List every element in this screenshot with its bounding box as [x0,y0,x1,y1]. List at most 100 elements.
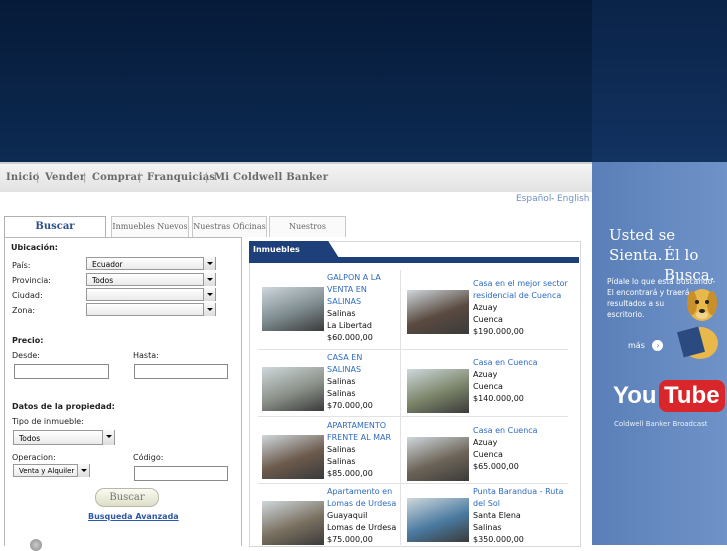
property-detail: Cuenca [473,382,503,391]
mas-label: más [628,341,645,350]
property-detail: Azuay [473,370,498,379]
tipo-inmueble-select[interactable]: Todos [13,430,115,445]
recent-properties-title: Inmuebles Recientes [249,241,339,258]
row-divider [258,416,568,417]
property-title[interactable]: Apartamento en [327,486,392,498]
nav-comprar[interactable]: Comprar [92,172,143,183]
property-title[interactable]: APARTAMENTO [327,420,386,432]
lang-english[interactable]: English [557,194,590,204]
property-detail: $60.000,00 [327,333,373,342]
property-thumbnail[interactable] [407,369,469,413]
mas-link[interactable]: más › [628,340,664,351]
property-title[interactable]: GALPON A LA [327,272,381,284]
property-title[interactable]: VENTA EN [327,284,367,296]
column-divider [400,270,401,545]
property-detail: Lomas de Urdesa [327,523,397,532]
precio-label: Precio: [12,336,44,345]
property-thumbnail[interactable] [407,437,469,481]
nav-separator: | [36,172,40,183]
lang-separator: - [551,194,555,204]
provincia-select-value: Todos [92,276,114,285]
pais-select-value: Ecuador [92,260,123,269]
tab-nuestras-oficinas[interactable]: Nuestras Oficinas [192,216,267,237]
provincia-select[interactable]: Todos [86,273,216,286]
pais-select[interactable]: Ecuador [86,257,216,270]
zona-select[interactable] [86,303,216,316]
property-thumbnail[interactable] [262,287,324,331]
dog-illustration [676,275,724,360]
zona-label: Zona: [12,306,36,315]
property-detail: Salinas [327,377,356,386]
tipo-inmueble-select-value: Todos [19,434,41,443]
busqueda-avanzada-link[interactable]: Busqueda Avanzada [88,512,179,521]
property-title[interactable]: del Sol [473,498,500,510]
youtube-logo[interactable]: You Tube Coldwell Banker Broadcast [611,380,725,430]
property-detail: Salinas [327,309,356,318]
property-detail: Salinas [327,457,356,466]
property-title[interactable]: residencial de Cuenca [473,290,561,302]
tab-inmuebles-nuevos[interactable]: Inmuebles Nuevos [111,216,189,237]
property-detail: $190.000,00 [473,327,524,336]
provincia-label: Provincia: [12,276,51,285]
lang-espanol[interactable]: Español [516,194,551,204]
property-title[interactable]: SALINAS [327,296,361,308]
youtube-you: You [613,382,657,409]
property-detail: Cuenca [473,315,503,324]
property-title[interactable]: Lomas de Urdesa [327,498,396,510]
tab-nuestros-asesores[interactable]: Nuestros Asesores [269,216,346,251]
youtube-tube: Tube [659,380,725,412]
property-title[interactable]: CASA EN [327,352,362,364]
property-detail: $65.000,00 [473,462,519,471]
chevron-down-icon [203,303,215,316]
main-nav: Inicio | Vender | Comprar | Franquicias … [0,162,592,192]
property-title[interactable]: Casa en Cuenca [473,425,538,437]
property-detail: Cuenca [473,450,503,459]
property-title[interactable]: Punta Barandua - Ruta [473,486,563,498]
row-divider [258,349,568,350]
property-thumbnail[interactable] [407,290,469,334]
ciudad-label: Ciudad: [12,291,43,300]
property-detail: Guayaquil [327,511,368,520]
codigo-input[interactable] [134,466,228,481]
chevron-down-icon [203,288,215,301]
nav-vender[interactable]: Vender [45,172,85,183]
property-thumbnail[interactable] [262,367,324,411]
property-detail: $140.000,00 [473,394,524,403]
property-detail: $75.000,00 [327,535,373,544]
operacion-select-value: Venta y Alquiler [19,467,75,475]
property-detail: Salinas [473,523,502,532]
recent-properties-bar [249,257,579,263]
chevron-down-icon [77,464,89,477]
property-detail: $350.000,00 [473,535,524,544]
operacion-select[interactable]: Venta y Alquiler [13,464,90,477]
header-banner [0,0,592,162]
property-detail: Salinas [327,445,356,454]
buscar-button[interactable]: Buscar [95,488,159,507]
property-thumbnail[interactable] [407,498,469,542]
property-thumbnail[interactable] [262,501,324,545]
nav-inicio[interactable]: Inicio [6,172,40,183]
desde-input[interactable] [14,364,109,379]
property-title[interactable]: Casa en Cuenca [473,357,538,369]
tab-buscar-inmuebles[interactable]: Buscar Inmuebles [4,216,106,252]
property-title[interactable]: FRENTE AL MAR [327,432,391,444]
nav-mi-coldwell-banker[interactable]: Mi Coldwell Banker [214,172,328,183]
partial-icon [30,539,42,551]
property-title[interactable]: SALINAS [327,364,361,376]
datos-propiedad-label: Datos de la propiedad: [12,402,115,411]
property-thumbnail[interactable] [262,435,324,479]
nav-separator: | [138,172,142,183]
property-detail: La Libertad [327,321,372,330]
property-detail: Azuay [473,303,498,312]
ciudad-select[interactable] [86,288,216,301]
property-detail: $85.000,00 [327,469,373,478]
hasta-input[interactable] [134,364,228,379]
property-detail: Santa Elena [473,511,521,520]
nav-separator: | [205,172,209,183]
tipo-inmueble-label: Tipo de inmueble: [12,417,84,426]
property-title[interactable]: Casa en el mejor sector [473,278,568,290]
pais-label: País: [12,261,31,270]
chevron-down-icon [102,430,114,445]
row-divider [258,483,568,484]
property-detail: Azuay [473,438,498,447]
